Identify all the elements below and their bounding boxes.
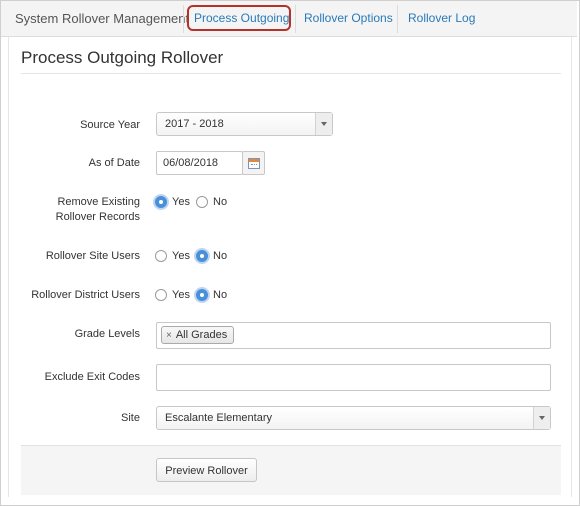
source-year-value: 2017 - 2018 (165, 118, 224, 130)
rollover-district-users-label: Rollover District Users (31, 289, 140, 301)
grade-tag-label: All Grades (175, 329, 228, 341)
site-users-no-radio[interactable] (196, 250, 208, 262)
nav-title: System Rollover Management (15, 11, 190, 26)
exclude-exit-codes-input[interactable] (156, 364, 551, 391)
page-title: Process Outgoing Rollover (21, 48, 224, 67)
source-year-select[interactable]: 2017 - 2018 (156, 112, 333, 136)
calendar-icon (248, 158, 260, 169)
nav-divider (295, 5, 296, 33)
source-year-label: Source Year (80, 119, 140, 131)
exclude-exit-codes-label: Exclude Exit Codes (44, 371, 140, 383)
remove-existing-label-line1: Remove Existing (57, 196, 140, 208)
district-users-no-label: No (213, 289, 228, 301)
site-label: Site (121, 412, 140, 424)
grade-levels-multiselect[interactable]: × All Grades (156, 322, 551, 349)
site-users-yes-label: Yes (172, 250, 190, 262)
top-nav: System Rollover Management Process Outgo… (1, 1, 577, 37)
as-of-date-label: As of Date (88, 157, 140, 169)
site-select[interactable]: Escalante Elementary (156, 406, 551, 430)
remove-tag-icon[interactable]: × (166, 330, 172, 341)
rollover-site-users-label: Rollover Site Users (45, 250, 140, 262)
form-footer (21, 445, 561, 495)
title-divider (21, 73, 561, 74)
nav-divider (397, 5, 398, 33)
remove-existing-label-line2: Rollover Records (55, 211, 140, 223)
site-users-no-label: No (213, 250, 228, 262)
remove-existing-label: Remove Existing Rollover Records (0, 195, 140, 225)
grade-levels-label: Grade Levels (74, 328, 140, 340)
remove-existing-no-label: No (213, 196, 228, 208)
as-of-date-input[interactable]: 06/08/2018 (156, 151, 243, 175)
site-users-yes-radio[interactable] (155, 250, 167, 262)
site-value: Escalante Elementary (165, 412, 272, 424)
district-users-yes-label: Yes (172, 289, 190, 301)
tab-rollover-log[interactable]: Rollover Log (408, 11, 475, 25)
district-users-no-radio[interactable] (196, 289, 208, 301)
chevron-down-icon (533, 407, 550, 429)
remove-existing-yes-label: Yes (172, 196, 190, 208)
nav-divider (183, 5, 184, 33)
active-tab-highlight (187, 5, 291, 31)
chevron-down-icon (315, 113, 332, 135)
preview-rollover-button[interactable]: Preview Rollover (156, 458, 257, 482)
tab-rollover-options[interactable]: Rollover Options (304, 11, 393, 25)
remove-existing-no-radio[interactable] (196, 196, 208, 208)
remove-existing-yes-radio[interactable] (155, 196, 167, 208)
date-picker-button[interactable] (242, 151, 265, 175)
district-users-yes-radio[interactable] (155, 289, 167, 301)
grade-tag: × All Grades (161, 326, 235, 344)
